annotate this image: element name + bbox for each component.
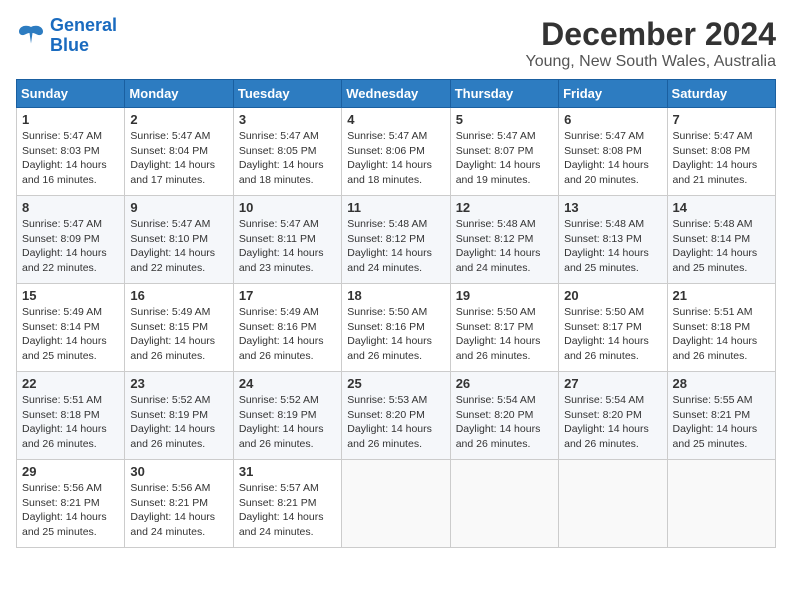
table-row: 17 Sunrise: 5:49 AM Sunset: 8:16 PM Dayl… — [233, 284, 341, 372]
table-row: 8 Sunrise: 5:47 AM Sunset: 8:09 PM Dayli… — [17, 196, 125, 284]
table-row: 14 Sunrise: 5:48 AM Sunset: 8:14 PM Dayl… — [667, 196, 775, 284]
table-row: 4 Sunrise: 5:47 AM Sunset: 8:06 PM Dayli… — [342, 108, 450, 196]
logo-icon — [16, 21, 46, 51]
col-thursday: Thursday — [450, 80, 558, 108]
empty-cell — [559, 460, 667, 548]
col-sunday: Sunday — [17, 80, 125, 108]
table-row: 25 Sunrise: 5:53 AM Sunset: 8:20 PM Dayl… — [342, 372, 450, 460]
calendar-table: Sunday Monday Tuesday Wednesday Thursday… — [16, 79, 776, 548]
col-saturday: Saturday — [667, 80, 775, 108]
table-row: 21 Sunrise: 5:51 AM Sunset: 8:18 PM Dayl… — [667, 284, 775, 372]
table-row: 6 Sunrise: 5:47 AM Sunset: 8:08 PM Dayli… — [559, 108, 667, 196]
table-row: 13 Sunrise: 5:48 AM Sunset: 8:13 PM Dayl… — [559, 196, 667, 284]
table-row: 30 Sunrise: 5:56 AM Sunset: 8:21 PM Dayl… — [125, 460, 233, 548]
table-row: 5 Sunrise: 5:47 AM Sunset: 8:07 PM Dayli… — [450, 108, 558, 196]
table-row: 31 Sunrise: 5:57 AM Sunset: 8:21 PM Dayl… — [233, 460, 341, 548]
calendar-header-row: Sunday Monday Tuesday Wednesday Thursday… — [17, 80, 776, 108]
empty-cell — [342, 460, 450, 548]
table-row: 2 Sunrise: 5:47 AM Sunset: 8:04 PM Dayli… — [125, 108, 233, 196]
logo: General Blue — [16, 16, 117, 56]
table-row: 26 Sunrise: 5:54 AM Sunset: 8:20 PM Dayl… — [450, 372, 558, 460]
table-row: 18 Sunrise: 5:50 AM Sunset: 8:16 PM Dayl… — [342, 284, 450, 372]
table-row: 7 Sunrise: 5:47 AM Sunset: 8:08 PM Dayli… — [667, 108, 775, 196]
table-row: 29 Sunrise: 5:56 AM Sunset: 8:21 PM Dayl… — [17, 460, 125, 548]
title-block: December 2024 Young, New South Wales, Au… — [525, 16, 776, 71]
empty-cell — [667, 460, 775, 548]
table-row: 11 Sunrise: 5:48 AM Sunset: 8:12 PM Dayl… — [342, 196, 450, 284]
table-row: 9 Sunrise: 5:47 AM Sunset: 8:10 PM Dayli… — [125, 196, 233, 284]
page-header: General Blue December 2024 Young, New So… — [16, 16, 776, 71]
table-row: 12 Sunrise: 5:48 AM Sunset: 8:12 PM Dayl… — [450, 196, 558, 284]
page-title: December 2024 — [525, 16, 776, 53]
calendar-week-row: 1 Sunrise: 5:47 AM Sunset: 8:03 PM Dayli… — [17, 108, 776, 196]
page-subtitle: Young, New South Wales, Australia — [525, 53, 776, 71]
col-tuesday: Tuesday — [233, 80, 341, 108]
table-row: 28 Sunrise: 5:55 AM Sunset: 8:21 PM Dayl… — [667, 372, 775, 460]
table-row: 20 Sunrise: 5:50 AM Sunset: 8:17 PM Dayl… — [559, 284, 667, 372]
table-row: 1 Sunrise: 5:47 AM Sunset: 8:03 PM Dayli… — [17, 108, 125, 196]
table-row: 27 Sunrise: 5:54 AM Sunset: 8:20 PM Dayl… — [559, 372, 667, 460]
table-row: 24 Sunrise: 5:52 AM Sunset: 8:19 PM Dayl… — [233, 372, 341, 460]
empty-cell — [450, 460, 558, 548]
table-row: 22 Sunrise: 5:51 AM Sunset: 8:18 PM Dayl… — [17, 372, 125, 460]
table-row: 19 Sunrise: 5:50 AM Sunset: 8:17 PM Dayl… — [450, 284, 558, 372]
col-friday: Friday — [559, 80, 667, 108]
calendar-week-row: 22 Sunrise: 5:51 AM Sunset: 8:18 PM Dayl… — [17, 372, 776, 460]
table-row: 15 Sunrise: 5:49 AM Sunset: 8:14 PM Dayl… — [17, 284, 125, 372]
calendar-week-row: 8 Sunrise: 5:47 AM Sunset: 8:09 PM Dayli… — [17, 196, 776, 284]
col-wednesday: Wednesday — [342, 80, 450, 108]
calendar-week-row: 15 Sunrise: 5:49 AM Sunset: 8:14 PM Dayl… — [17, 284, 776, 372]
calendar-week-row: 29 Sunrise: 5:56 AM Sunset: 8:21 PM Dayl… — [17, 460, 776, 548]
table-row: 10 Sunrise: 5:47 AM Sunset: 8:11 PM Dayl… — [233, 196, 341, 284]
table-row: 3 Sunrise: 5:47 AM Sunset: 8:05 PM Dayli… — [233, 108, 341, 196]
table-row: 23 Sunrise: 5:52 AM Sunset: 8:19 PM Dayl… — [125, 372, 233, 460]
table-row: 16 Sunrise: 5:49 AM Sunset: 8:15 PM Dayl… — [125, 284, 233, 372]
col-monday: Monday — [125, 80, 233, 108]
logo-text: General Blue — [50, 16, 117, 56]
